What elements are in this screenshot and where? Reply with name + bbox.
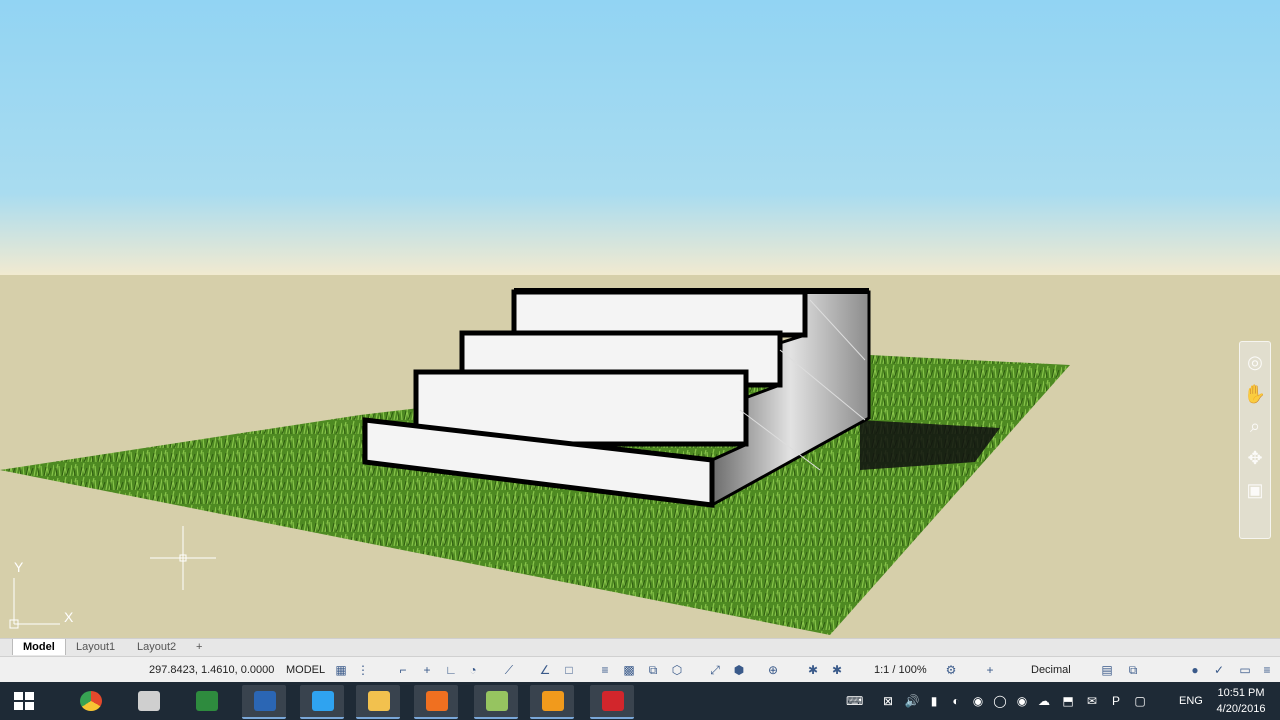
transparency-icon[interactable]: ▩ — [622, 663, 636, 677]
model-space-toggle[interactable]: MODEL — [286, 657, 325, 683]
app-green-icon[interactable] — [184, 685, 228, 717]
windows-start-icon[interactable] — [2, 685, 46, 717]
usb-icon[interactable]: ⬒ — [1060, 693, 1076, 709]
pdf-reader-icon[interactable] — [414, 685, 458, 719]
status-bar: 297.8423, 1.4610, 0.0000 MODEL ▦ ⋮ ⌐ + ∟… — [0, 656, 1280, 683]
drawing-viewport[interactable]: X Y ◎ ✋ ⌕ ✥ ▣ — [0, 0, 1280, 638]
ucs-x-label: X — [64, 609, 74, 625]
grid-icon[interactable]: ▦ — [334, 663, 348, 677]
stair-step-4 — [511, 289, 808, 338]
ucs-y-label: Y — [14, 559, 24, 575]
menu-icon[interactable]: ≡ — [1260, 663, 1274, 677]
globe-icon[interactable]: ◯ — [992, 693, 1008, 709]
lineweight-icon[interactable]: ≡ — [598, 663, 612, 677]
selection-filter-icon[interactable]: ⬢ — [732, 663, 746, 677]
polar-icon[interactable]: ◔ — [466, 663, 480, 677]
customize-icon[interactable]: ▭ — [1238, 663, 1252, 677]
pan-hand-icon[interactable]: ✋ — [1243, 382, 1267, 406]
ortho-icon[interactable]: ∟ — [444, 663, 458, 677]
gizmo-icon[interactable]: ⊕ — [766, 663, 780, 677]
annotation-scale[interactable]: 1:1 / 100% — [874, 657, 927, 683]
chrome-icon[interactable] — [68, 685, 112, 717]
volume-icon[interactable]: 🔊 — [904, 693, 920, 709]
revit-icon[interactable] — [242, 685, 286, 719]
chrome-tray-icon[interactable]: ◉ — [970, 693, 986, 709]
layout-tabs: Model Layout1 Layout2 + — [0, 638, 1280, 656]
chrome-tray2-icon[interactable]: ◉ — [1014, 693, 1030, 709]
network-signal-icon[interactable]: ▮ — [926, 693, 942, 709]
isodraft-icon[interactable]: ⟋ — [502, 663, 516, 677]
auto-scale-icon[interactable]: ✱ — [830, 663, 844, 677]
selection-cycling-icon[interactable]: ⧉ — [646, 663, 660, 677]
snap-icon[interactable]: ⋮ — [356, 663, 370, 677]
navigation-bar: ◎ ✋ ⌕ ✥ ▣ — [1239, 341, 1271, 539]
keyboard-icon[interactable]: ⌨ — [846, 693, 863, 709]
tab-layout1[interactable]: Layout1 — [66, 639, 125, 655]
steering-wheel-icon[interactable]: ◎ — [1243, 350, 1267, 374]
dynamic-input-icon[interactable]: + — [420, 663, 434, 677]
antivirus-icon[interactable]: ◐ — [948, 693, 964, 709]
quick-properties-icon[interactable]: ▤ — [1100, 663, 1114, 677]
message-icon[interactable]: ✉ — [1084, 693, 1100, 709]
workspace-icon[interactable]: ⚙ — [944, 663, 958, 677]
zoom-icon[interactable]: ⌕ — [1243, 414, 1267, 438]
add-layout-button[interactable]: + — [186, 639, 212, 655]
infer-icon[interactable]: ⌐ — [396, 663, 410, 677]
object-snap-tracking-icon[interactable]: ∠ — [538, 663, 552, 677]
camera-icon[interactable] — [126, 685, 170, 717]
2d-osnap-icon[interactable]: □ — [562, 663, 576, 677]
system-clock[interactable]: 10:51 PM 4/20/2016 — [1206, 685, 1276, 717]
file-explorer-icon[interactable] — [356, 685, 400, 719]
language-indicator[interactable]: ENG — [1179, 693, 1203, 709]
dynamic-ucs-icon[interactable]: ⤢ — [708, 663, 722, 677]
plus-icon[interactable]: + — [983, 663, 997, 677]
windows-taskbar: ⌨ ⊠ 🔊 ▮ ◐ ◉ ◯ ◉ ☁ ⬒ ✉ P ▢ ENG 10:51 PM 4/20/2016 — [0, 682, 1280, 720]
units-selector[interactable]: Decimal — [1031, 657, 1071, 683]
clean-screen-icon[interactable]: ✓ — [1212, 663, 1226, 677]
cloud-icon[interactable]: ☁ — [1036, 693, 1052, 709]
pushbullet-icon[interactable]: P — [1108, 693, 1124, 709]
display-icon[interactable]: ▢ — [1132, 693, 1148, 709]
orbit-icon[interactable]: ✥ — [1243, 446, 1267, 470]
autocad-icon[interactable] — [590, 685, 634, 719]
coordinates-readout: 297.8423, 1.4610, 0.0000 — [149, 664, 275, 676]
render-scene: X Y — [0, 0, 1280, 638]
sky — [0, 0, 1280, 276]
xampp-icon[interactable]: ⊠ — [880, 693, 896, 709]
photoshop-icon[interactable] — [300, 685, 344, 719]
isolate-objects-icon[interactable]: ⧉ — [1126, 663, 1140, 677]
sketchup-layout-icon[interactable] — [474, 685, 518, 719]
clock-date: 4/20/2016 — [1216, 703, 1266, 715]
tab-layout2[interactable]: Layout2 — [127, 639, 186, 655]
hardware-accel-icon[interactable]: ● — [1188, 663, 1202, 677]
clock-time: 10:51 PM — [1217, 687, 1265, 699]
annotation-visibility-icon[interactable]: ✱ — [806, 663, 820, 677]
tab-model[interactable]: Model — [12, 639, 66, 655]
media-player-icon[interactable] — [530, 685, 574, 719]
showmotion-icon[interactable]: ▣ — [1243, 478, 1267, 502]
3d-osnap-icon[interactable]: ⬡ — [670, 663, 684, 677]
